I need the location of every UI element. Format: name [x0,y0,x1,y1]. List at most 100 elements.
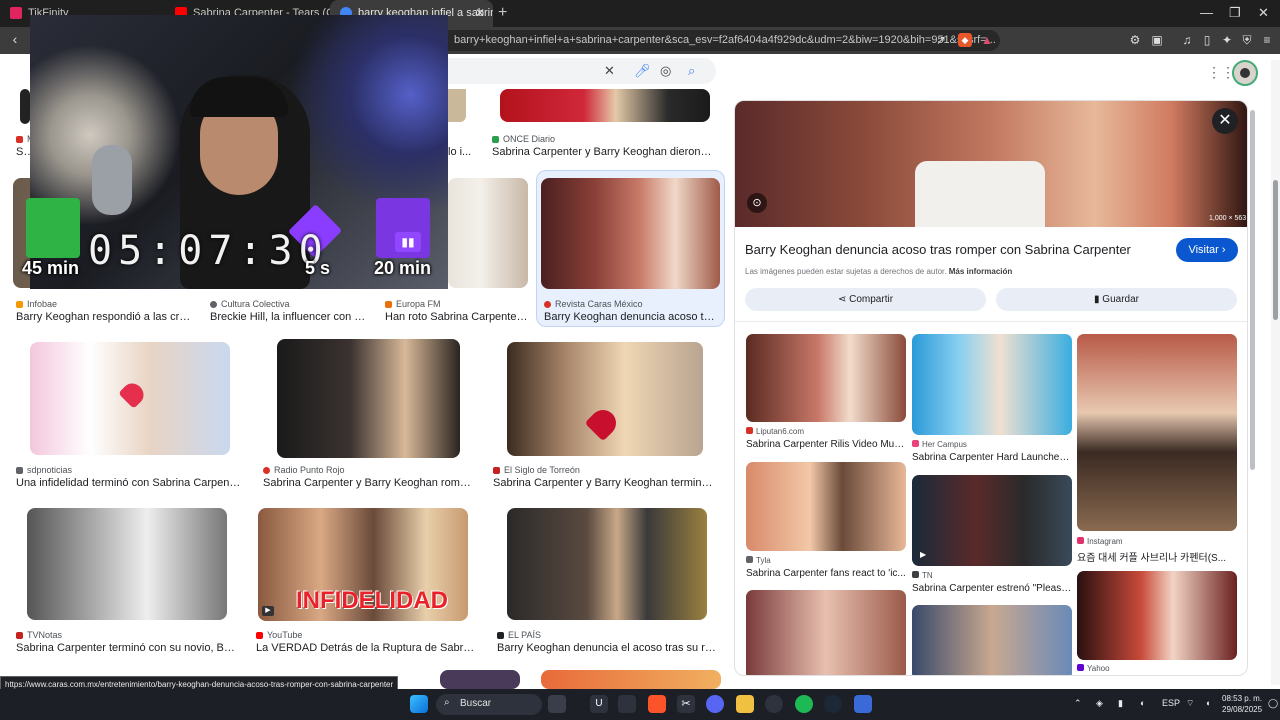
wallet-icon[interactable]: ▣ [1150,33,1164,47]
more-info-link[interactable]: Más información [949,267,1013,276]
result-caption[interactable]: Una infidelidad terminó con Sabrina Carp… [16,477,241,489]
extensions-icon[interactable]: ⚙ [1128,33,1142,47]
result-caption[interactable]: Barry Keoghan denuncia el acoso tras su … [497,642,717,654]
result-image[interactable] [507,508,707,620]
window-close-icon[interactable]: ✕ [1258,5,1269,21]
result-image[interactable] [27,508,227,620]
lens-search-icon[interactable]: ⊙ [747,193,767,213]
result-caption[interactable]: Sabrina Carpenter y Barry Keoghan dieron… [492,146,712,158]
discord-icon[interactable] [706,695,724,713]
result-image[interactable] [448,89,466,122]
result-image[interactable] [20,89,30,124]
result-image[interactable] [440,670,520,689]
volume-icon[interactable]: ◖ [1205,698,1210,708]
related-image[interactable] [912,475,1072,566]
result-caption[interactable]: Sabrina Carpenter y Barry Keoghan rompen… [263,477,473,489]
related-image[interactable] [746,462,906,551]
menu-icon[interactable]: ≡ [1260,33,1274,47]
related-image[interactable] [912,605,1072,675]
save-button[interactable]: ▮ Guardar [996,288,1237,311]
leo-icon[interactable]: ✦ [1220,33,1234,47]
result-source: Radio Punto Rojo [263,465,345,475]
rewards-icon[interactable]: ▲ [980,33,994,47]
tray-icon[interactable]: ▮ [1118,698,1123,709]
steam-icon[interactable] [824,695,842,713]
result-source: sdpnoticias [16,465,72,475]
related-source: Instagram [1077,537,1123,546]
notifications-icon[interactable]: ◯ [1268,698,1278,709]
related-caption[interactable]: 요즘 대세 커플 사브리나 카펜터(S... [1077,549,1237,564]
preview-title[interactable]: Barry Keoghan denuncia acoso tras romper… [745,242,1155,257]
result-caption[interactable]: Barry Keoghan denuncia acoso tras ro... [544,311,718,323]
lens-icon[interactable]: ◎ [660,63,671,79]
result-caption[interactable]: Barry Keoghan respondió a las crítica... [16,311,191,323]
result-caption[interactable]: Sabrina Carpenter y Barry Keoghan termin… [493,477,718,489]
related-caption[interactable]: Sabrina Carpenter estrenó "Please... [912,583,1072,594]
visit-button[interactable]: Visitar › [1176,238,1238,262]
tray-icon[interactable]: ◈ [1096,698,1103,709]
related-image[interactable] [912,334,1072,435]
sidebar-icon[interactable]: ▯ [1200,33,1214,47]
app-icon[interactable]: U [590,695,608,713]
address-bar[interactable]: barry+keoghan+infiel+a+sabrina+carpenter… [440,30,1000,51]
minimize-icon[interactable]: — [1200,5,1213,20]
voice-search-icon[interactable]: 🎤︎ [634,63,651,79]
share-icon[interactable]: ↗ [934,33,948,47]
windows-start-icon[interactable] [410,695,428,713]
video-play-icon: ▶ [920,550,927,559]
back-icon[interactable]: ‹ [8,32,22,46]
maximize-icon[interactable]: ❐ [1229,5,1241,21]
result-image[interactable] [448,178,528,288]
result-caption[interactable]: Sabrina Carpenter terminó con su novio, … [16,642,236,654]
result-caption[interactable]: Breckie Hill, la influencer con quie... [210,311,370,323]
scrollbar-thumb[interactable] [1273,180,1278,320]
result-image[interactable] [277,339,460,458]
spotify-icon[interactable] [795,695,813,713]
related-image[interactable] [1077,571,1237,660]
related-image[interactable] [746,334,906,422]
related-caption[interactable]: Sabrina Carpenter Hard Launched ... [912,452,1072,463]
search-box[interactable] [440,58,716,84]
wifi-icon[interactable]: ⌔ [1186,698,1194,709]
brave-shield-icon[interactable]: ◆ [958,33,972,47]
share-button[interactable]: ⋖ Compartir [745,288,986,311]
panel-scrollbar[interactable] [1250,110,1255,470]
result-image[interactable] [541,670,721,689]
tray-icon[interactable]: ◐ [1140,698,1145,708]
microphone-icon [92,145,132,215]
obs-icon[interactable] [765,695,783,713]
related-image[interactable] [746,590,906,675]
app-icon[interactable] [854,695,872,713]
status-url: https://www.caras.com.mx/entretenimiento… [0,676,399,690]
file-explorer-icon[interactable] [736,695,754,713]
related-image[interactable] [1077,334,1237,531]
taskbar-search[interactable]: ⌕ Buscar [436,694,542,715]
gift-label: 20 min [374,258,432,278]
clock[interactable]: 08:53 p. m. 29/08/2025 [1222,693,1262,715]
search-icon: ⌕ [444,697,450,708]
page-scrollbar[interactable] [1271,60,1280,685]
widgets-icon[interactable] [548,695,566,713]
video-play-icon: ▶ [262,606,274,616]
related-source: Yahoo [1077,664,1110,673]
new-tab-button[interactable]: + [498,4,507,22]
language-indicator[interactable]: ESP [1162,698,1180,708]
vpn-icon[interactable]: ⛨ [1240,33,1254,47]
related-caption[interactable]: Sabrina Carpenter fans react to 'ic... [746,568,906,579]
avatar[interactable] [1232,60,1258,86]
result-caption[interactable]: Han roto Sabrina Carpenter y ... [385,311,530,323]
media-icon[interactable]: ♫ [1180,33,1194,47]
preview-image[interactable] [735,101,1247,227]
capcut-icon[interactable]: ✂ [677,695,695,713]
result-caption[interactable]: La VERDAD Detrás de la Ruptura de Sabrin… [256,642,476,654]
tray-chevron-icon[interactable]: ⌃ [1074,698,1082,709]
brave-icon[interactable] [648,695,666,713]
app-icon[interactable] [618,695,636,713]
result-image[interactable] [500,89,710,122]
close-panel-button[interactable]: ✕ [1212,108,1238,134]
clear-search-icon[interactable]: ✕ [604,63,615,79]
search-icon[interactable]: ⌕ [688,63,695,79]
result-image-selected[interactable] [541,178,720,289]
close-tab-icon[interactable]: ✕ [475,6,485,20]
related-caption[interactable]: Sabrina Carpenter Rilis Video Musi... [746,439,906,450]
